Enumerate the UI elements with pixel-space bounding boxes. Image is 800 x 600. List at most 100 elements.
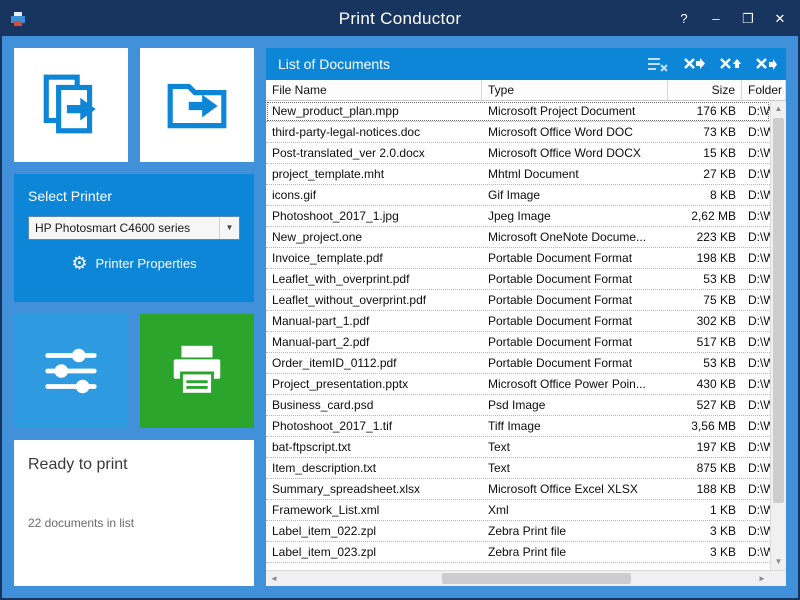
column-header-file-name[interactable]: File Name (266, 80, 482, 100)
table-row[interactable]: bat-ftpscript.txt Text 197 KB D:\Work\F (266, 437, 770, 458)
table-row[interactable]: Manual-part_2.pdf Portable Document Form… (266, 332, 770, 353)
cell-file-name: Manual-part_2.pdf (266, 335, 482, 349)
table-row[interactable]: Leaflet_without_overprint.pdf Portable D… (266, 290, 770, 311)
cell-size: 53 KB (668, 356, 742, 370)
cell-folder: D:\Work\F (742, 377, 770, 391)
cell-folder: D:\Work\F (742, 314, 770, 328)
add-documents-button[interactable] (14, 48, 128, 162)
column-header-size[interactable]: Size (668, 80, 742, 100)
cell-folder: D:\Work\F (742, 356, 770, 370)
table-row[interactable]: Business_card.psd Psd Image 527 KB D:\Wo… (266, 395, 770, 416)
print-conductor-window: Print Conductor ? – ❐ ✕ (0, 0, 800, 600)
cell-type: Jpeg Image (482, 209, 668, 223)
table-row[interactable]: Manual-part_1.pdf Portable Document Form… (266, 311, 770, 332)
horizontal-scroll-thumb[interactable] (442, 573, 631, 584)
table-row[interactable]: New_project.one Microsoft OneNote Docume… (266, 227, 770, 248)
table-row[interactable]: project_template.mht Mhtml Document 27 K… (266, 164, 770, 185)
table-row[interactable]: Photoshoot_2017_1.jpg Jpeg Image 2,62 MB… (266, 206, 770, 227)
column-header-folder[interactable]: Folder Pat (742, 80, 786, 100)
help-button[interactable]: ? (676, 2, 692, 36)
table-row[interactable]: Label_item_023.zpl Zebra Print file 3 KB… (266, 542, 770, 563)
cell-file-name: Summary_spreadsheet.xlsx (266, 482, 482, 496)
cell-file-name: Invoice_template.pdf (266, 251, 482, 265)
table-row[interactable]: Photoshoot_2017_1.tif Tiff Image 3,56 MB… (266, 416, 770, 437)
cell-folder: D:\Work\F (742, 230, 770, 244)
printer-dropdown-value: HP Photosmart C4600 series (29, 221, 219, 235)
horizontal-scroll-track[interactable] (282, 571, 754, 586)
cell-type: Zebra Print file (482, 524, 668, 538)
scroll-left-icon[interactable]: ◄ (266, 571, 282, 586)
window-title: Print Conductor (339, 9, 462, 29)
clear-list-icon (647, 56, 669, 72)
cell-folder: D:\Work\F (742, 398, 770, 412)
bottom-tile-row (14, 314, 254, 428)
table-row[interactable]: third-party-legal-notices.doc Microsoft … (266, 122, 770, 143)
table-row[interactable]: New_product_plan.mpp Microsoft Project D… (266, 101, 770, 122)
remove-errors-button[interactable] (718, 55, 742, 73)
cell-file-name: icons.gif (266, 188, 482, 202)
cell-type: Tiff Image (482, 419, 668, 433)
gear-icon: ⚙ (71, 254, 87, 272)
print-button[interactable] (140, 314, 254, 428)
cell-file-name: Project_presentation.pptx (266, 377, 482, 391)
table-row[interactable]: Invoice_template.pdf Portable Document F… (266, 248, 770, 269)
column-header-type[interactable]: Type (482, 80, 668, 100)
cell-file-name: Label_item_023.zpl (266, 545, 482, 559)
table-row[interactable]: Project_presentation.pptx Microsoft Offi… (266, 374, 770, 395)
cell-folder: D:\Work\F (742, 503, 770, 517)
remove-selected-button[interactable] (682, 55, 706, 73)
table-row[interactable]: Item_description.txt Text 875 KB D:\Work… (266, 458, 770, 479)
horizontal-scrollbar[interactable]: ◄ ► (266, 571, 770, 586)
cell-size: 1 KB (668, 503, 742, 517)
table-row[interactable]: Label_item_022.zpl Zebra Print file 3 KB… (266, 521, 770, 542)
printer-dropdown[interactable]: HP Photosmart C4600 series ▼ (28, 216, 240, 240)
cell-file-name: Leaflet_without_overprint.pdf (266, 293, 482, 307)
table-row[interactable]: Summary_spreadsheet.xlsx Microsoft Offic… (266, 479, 770, 500)
maximize-button[interactable]: ❐ (740, 2, 756, 36)
cell-type: Portable Document Format (482, 335, 668, 349)
cell-type: Xml (482, 503, 668, 517)
cell-type: Microsoft OneNote Docume... (482, 230, 668, 244)
scroll-right-icon[interactable]: ► (754, 571, 770, 586)
cell-type: Microsoft Project Document (482, 104, 668, 118)
cell-type: Portable Document Format (482, 251, 668, 265)
table-row[interactable]: Framework_List.xml Xml 1 KB D:\Work\F (266, 500, 770, 521)
remove-printed-button[interactable] (754, 55, 778, 73)
cell-folder: D:\Work\F (742, 545, 770, 559)
settings-button[interactable] (14, 314, 128, 428)
cell-folder: D:\Work\F (742, 167, 770, 181)
scroll-down-icon[interactable]: ▼ (771, 554, 786, 570)
cell-type: Portable Document Format (482, 293, 668, 307)
cell-folder: D:\Work\F (742, 104, 770, 118)
cell-size: 198 KB (668, 251, 742, 265)
window-controls: ? – ❐ ✕ (676, 2, 788, 36)
table-row[interactable]: Leaflet_with_overprint.pdf Portable Docu… (266, 269, 770, 290)
vertical-scroll-track[interactable] (771, 117, 786, 554)
cell-file-name: Label_item_022.zpl (266, 524, 482, 538)
cell-size: 3,56 MB (668, 419, 742, 433)
cell-folder: D:\Work\F (742, 335, 770, 349)
cell-file-name: third-party-legal-notices.doc (266, 125, 482, 139)
vertical-scrollbar[interactable]: ▲ ▼ (770, 101, 786, 570)
top-tile-row (14, 48, 254, 162)
cell-size: 53 KB (668, 272, 742, 286)
add-folder-button[interactable] (140, 48, 254, 162)
cell-size: 875 KB (668, 461, 742, 475)
table-row[interactable]: Order_itemID_0112.pdf Portable Document … (266, 353, 770, 374)
clear-list-button[interactable] (646, 55, 670, 73)
vertical-scroll-thumb[interactable] (773, 118, 784, 503)
table-row[interactable]: Post-translated_ver 2.0.docx Microsoft O… (266, 143, 770, 164)
cell-file-name: Post-translated_ver 2.0.docx (266, 146, 482, 160)
cell-size: 302 KB (668, 314, 742, 328)
cell-type: Portable Document Format (482, 356, 668, 370)
minimize-button[interactable]: – (708, 2, 724, 36)
printer-properties-button[interactable]: ⚙ Printer Properties (28, 254, 240, 272)
close-button[interactable]: ✕ (772, 2, 788, 36)
table-header-row: File Name Type Size Folder Pat (266, 80, 786, 101)
cell-type: Portable Document Format (482, 314, 668, 328)
cell-folder: D:\Work\F (742, 440, 770, 454)
printer-icon (166, 340, 228, 402)
table-row[interactable]: icons.gif Gif Image 8 KB D:\Work\F (266, 185, 770, 206)
cell-file-name: Leaflet_with_overprint.pdf (266, 272, 482, 286)
scroll-up-icon[interactable]: ▲ (771, 101, 786, 117)
